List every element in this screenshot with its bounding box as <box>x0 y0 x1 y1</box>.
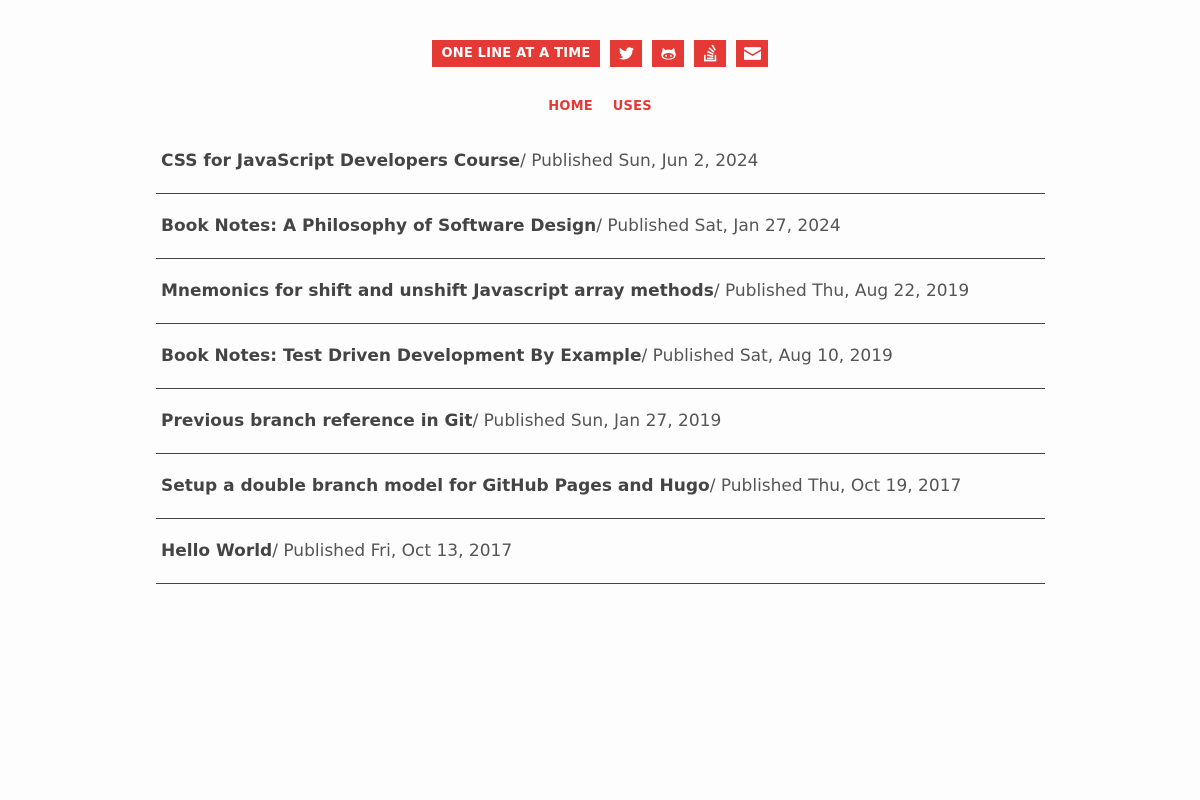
site-header: ONE LINE AT A TIME <box>0 40 1200 67</box>
post-date: / Published Sat, Aug 10, 2019 <box>641 346 893 366</box>
stack-overflow-icon <box>704 45 717 62</box>
post-title-link[interactable]: CSS for JavaScript Developers Course <box>161 151 520 171</box>
post-title-link[interactable]: Book Notes: A Philosophy of Software Des… <box>161 216 596 236</box>
post-date: / Published Sun, Jun 2, 2024 <box>520 151 759 171</box>
email-link[interactable] <box>736 40 769 67</box>
github-link[interactable] <box>652 40 685 67</box>
post-item: Book Notes: A Philosophy of Software Des… <box>156 194 1045 259</box>
site-title-link[interactable]: ONE LINE AT A TIME <box>431 40 601 67</box>
post-date: / Published Sat, Jan 27, 2024 <box>596 216 841 236</box>
post-item: Mnemonics for shift and unshift Javascri… <box>156 259 1045 324</box>
post-date: / Published Thu, Oct 19, 2017 <box>709 476 962 496</box>
post-item: Book Notes: Test Driven Development By E… <box>156 324 1045 389</box>
post-item: CSS for JavaScript Developers Course / P… <box>156 129 1045 194</box>
twitter-link[interactable] <box>610 40 643 67</box>
post-item: Hello World / Published Fri, Oct 13, 201… <box>156 519 1045 584</box>
main-nav: HOME USES <box>0 99 1200 114</box>
post-item: Setup a double branch model for GitHub P… <box>156 454 1045 519</box>
envelope-icon <box>743 47 761 60</box>
post-title-link[interactable]: Hello World <box>161 541 272 561</box>
post-list: CSS for JavaScript Developers Course / P… <box>156 129 1045 584</box>
nav-home[interactable]: HOME <box>548 99 593 114</box>
post-date: / Published Sun, Jan 27, 2019 <box>472 411 722 431</box>
post-date: / Published Thu, Aug 22, 2019 <box>713 281 970 301</box>
post-title-link[interactable]: Previous branch reference in Git <box>161 411 472 431</box>
stack-overflow-link[interactable] <box>694 40 727 67</box>
post-date: / Published Fri, Oct 13, 2017 <box>272 541 513 561</box>
post-title-link[interactable]: Setup a double branch model for GitHub P… <box>161 476 710 496</box>
post-title-link[interactable]: Mnemonics for shift and unshift Javascri… <box>161 281 714 301</box>
twitter-icon <box>618 47 634 60</box>
post-title-link[interactable]: Book Notes: Test Driven Development By E… <box>161 346 642 366</box>
nav-uses[interactable]: USES <box>613 99 652 114</box>
github-icon <box>661 47 676 60</box>
post-item: Previous branch reference in Git / Publi… <box>156 389 1045 454</box>
